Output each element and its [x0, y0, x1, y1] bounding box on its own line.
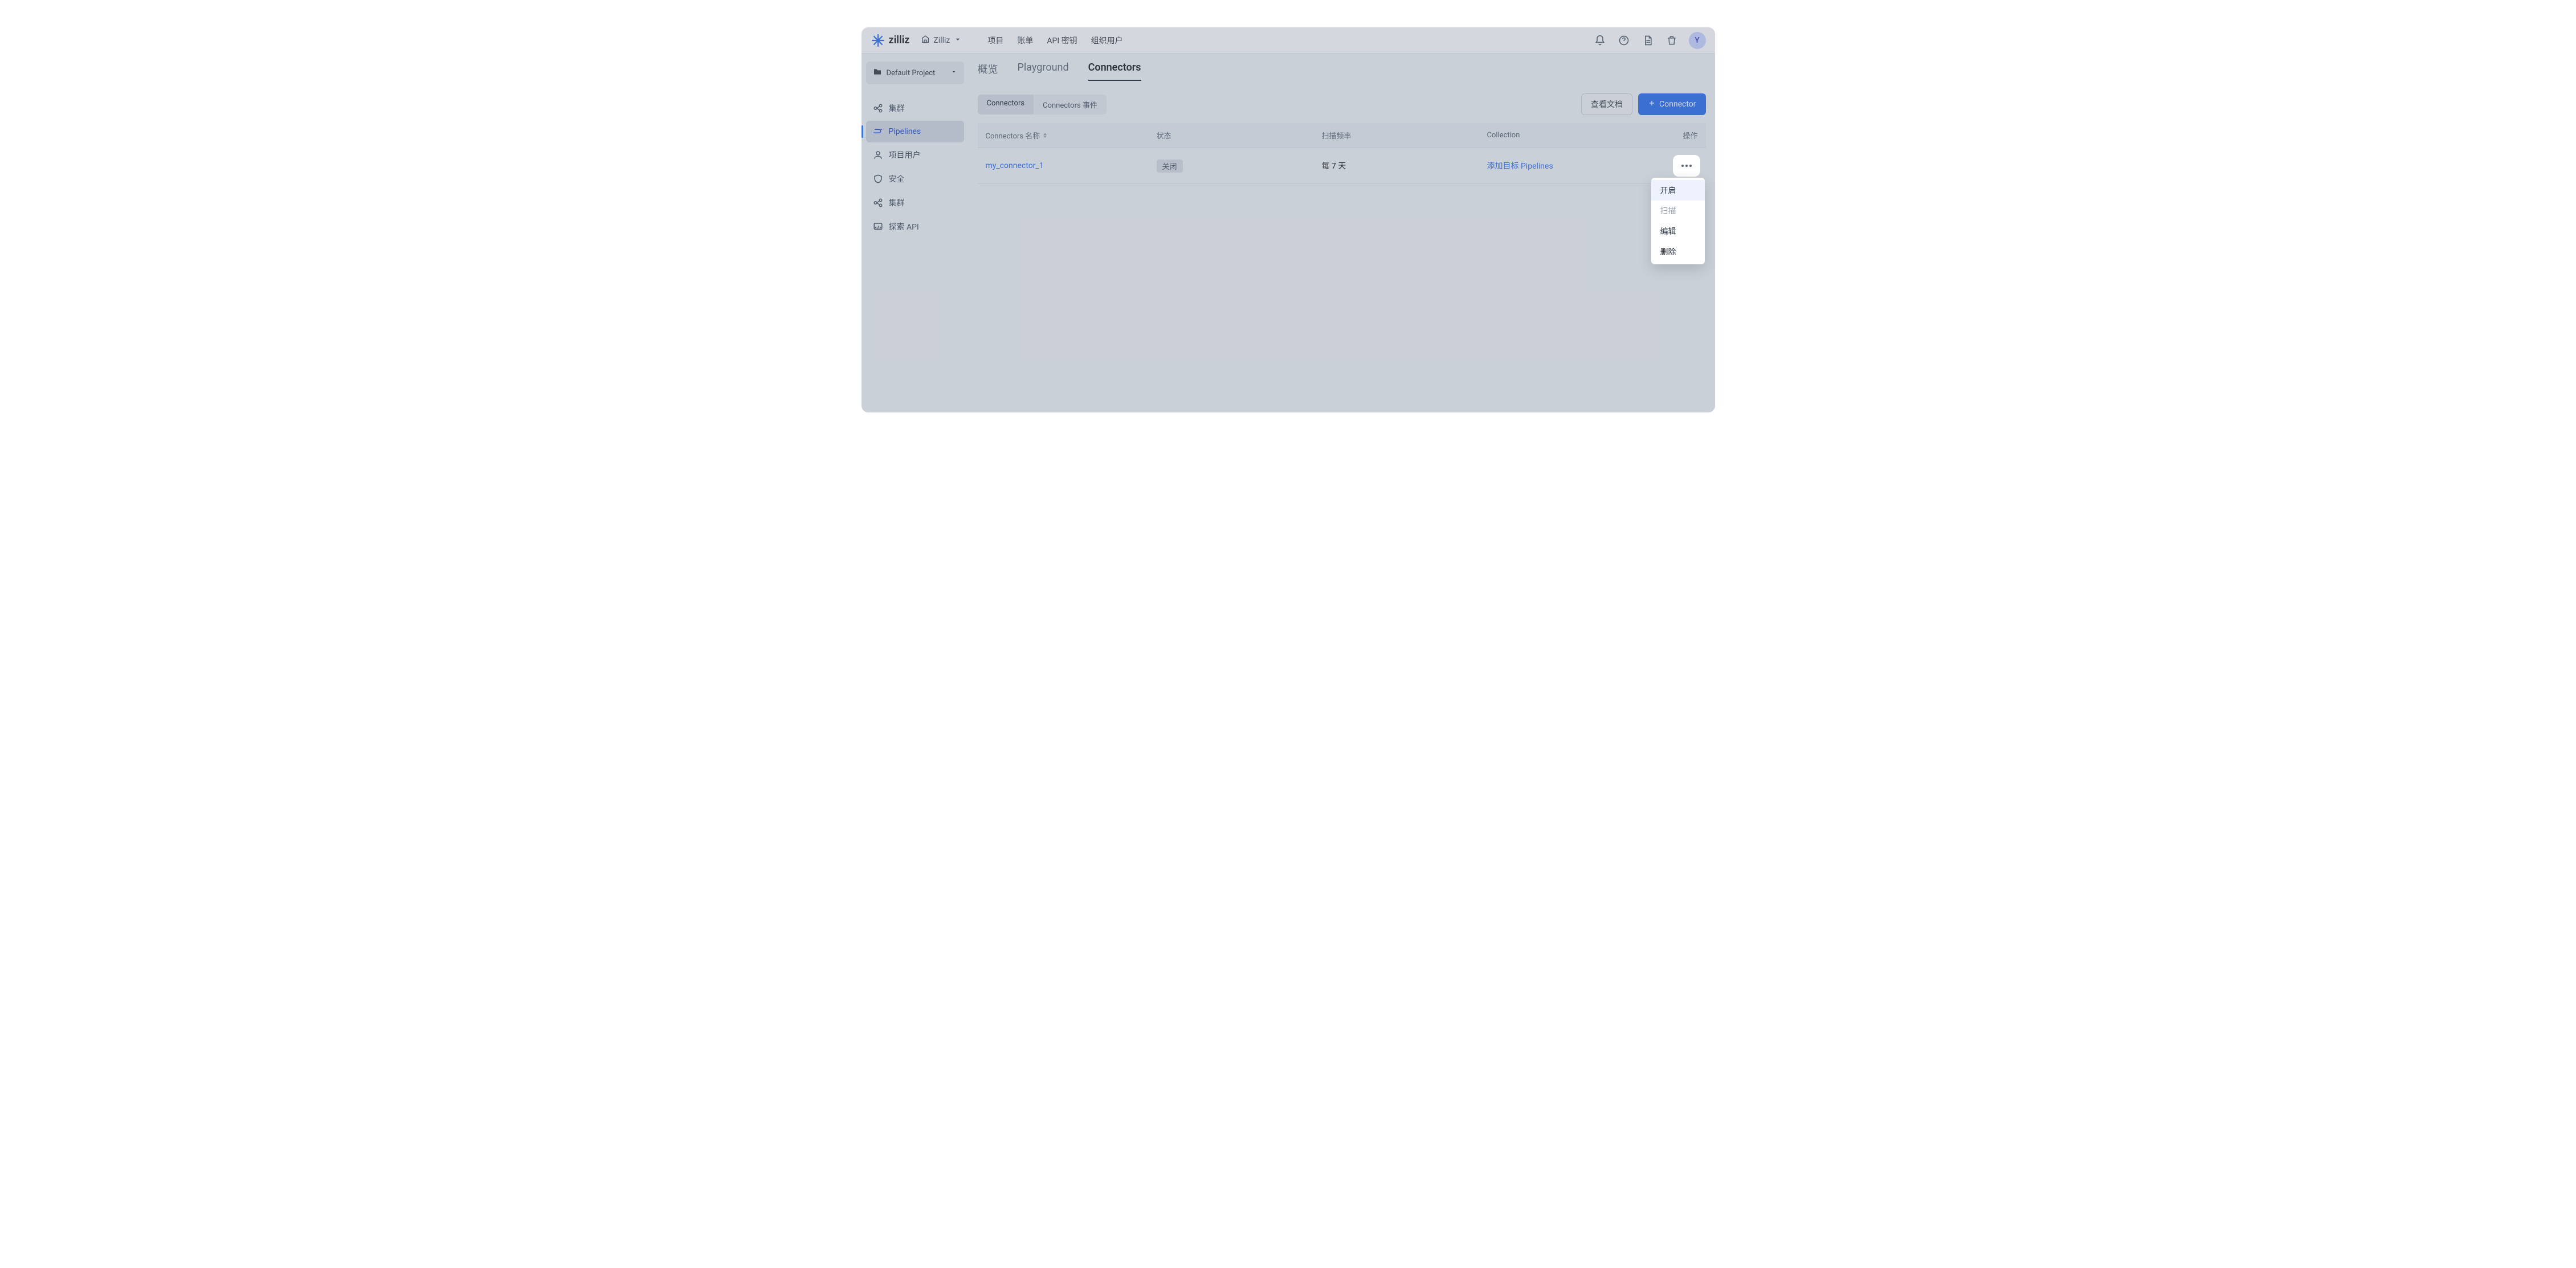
sidebar-item-label: 项目用户	[889, 149, 921, 161]
folder-icon	[873, 67, 882, 79]
topbar: zilliz Zilliz 项目 账单 API 密钥 组织用户	[862, 27, 1715, 54]
doc-icon[interactable]	[1641, 34, 1655, 47]
actions-dropdown: 开启 扫描 编辑 删除	[1651, 178, 1705, 264]
sidebar-item-label: 安全	[889, 173, 905, 185]
top-nav: 项目 账单 API 密钥 组织用户	[987, 35, 1122, 46]
main-content: 概览 Playground Connectors Connectors Conn…	[969, 54, 1715, 412]
sidebar-item-project-users[interactable]: 项目用户	[866, 144, 964, 166]
sidebar-items: 集群 Pipelines 项目用户 安全 集群	[866, 97, 964, 238]
add-connector-button[interactable]: Connector	[1638, 93, 1705, 115]
trash-icon[interactable]	[1665, 34, 1679, 47]
sidebar-item-label: 集群	[889, 197, 905, 208]
avatar-initial: Y	[1695, 36, 1700, 45]
sort-icon	[1043, 133, 1047, 138]
dropdown-item-scan: 扫描	[1651, 201, 1705, 221]
subtab-events[interactable]: Connectors 事件	[1034, 95, 1107, 114]
nav-api-keys[interactable]: API 密钥	[1047, 35, 1077, 46]
sidebar: Default Project 集群 Pipelines 项目用户	[862, 54, 969, 412]
sidebar-item-security[interactable]: 安全	[866, 167, 964, 190]
status-badge: 关闭	[1157, 159, 1183, 173]
nav-projects[interactable]: 项目	[987, 35, 1003, 46]
dropdown-item-enable[interactable]: 开启	[1651, 180, 1705, 201]
subtab-connectors[interactable]: Connectors	[978, 95, 1034, 114]
col-collection: Collection	[1487, 131, 1658, 140]
connectors-table: Connectors 名称 状态 扫描频率 Collection 操作 my_c…	[978, 123, 1706, 184]
chevron-down-icon	[950, 68, 957, 77]
view-docs-label: 查看文档	[1591, 99, 1623, 110]
sidebar-item-pipelines[interactable]: Pipelines	[866, 121, 964, 142]
app-frame: zilliz Zilliz 项目 账单 API 密钥 组织用户	[862, 27, 1715, 412]
org-icon	[921, 35, 930, 46]
more-actions-button[interactable]	[1675, 157, 1698, 174]
col-actions: 操作	[1658, 130, 1698, 141]
plus-icon	[1648, 99, 1656, 109]
table-header: Connectors 名称 状态 扫描频率 Collection 操作	[978, 123, 1706, 148]
avatar[interactable]: Y	[1689, 32, 1706, 49]
col-status: 状态	[1157, 130, 1322, 141]
sidebar-item-label: 集群	[889, 103, 905, 114]
project-name: Default Project	[887, 69, 936, 77]
sidebar-item-label: 探索 API	[889, 221, 919, 232]
logo-icon	[871, 33, 885, 48]
tab-playground[interactable]: Playground	[1018, 62, 1069, 81]
brand-logo[interactable]: zilliz	[871, 33, 910, 48]
dropdown-item-edit[interactable]: 编辑	[1651, 221, 1705, 242]
dropdown-item-delete[interactable]: 删除	[1651, 242, 1705, 262]
subtabs: Connectors Connectors 事件	[978, 95, 1107, 114]
view-docs-button[interactable]: 查看文档	[1581, 93, 1632, 115]
body: Default Project 集群 Pipelines 项目用户	[862, 54, 1715, 412]
org-name: Zilliz	[933, 36, 950, 45]
sidebar-item-clusters-2[interactable]: 集群	[866, 191, 964, 214]
toolbar-right: 查看文档 Connector	[1581, 93, 1705, 115]
tab-overview[interactable]: 概览	[978, 62, 998, 81]
add-connector-label: Connector	[1659, 100, 1696, 109]
tab-connectors[interactable]: Connectors	[1088, 62, 1141, 81]
nav-org-users[interactable]: 组织用户	[1091, 35, 1123, 46]
table-row: my_connector_1 关闭 每 7 天 添加目标 Pipelines 开…	[978, 148, 1706, 184]
project-select[interactable]: Default Project	[866, 62, 964, 84]
collection-link[interactable]: 添加目标 Pipelines	[1487, 160, 1658, 171]
main-tabs: 概览 Playground Connectors	[978, 62, 1706, 81]
sidebar-item-clusters[interactable]: 集群	[866, 97, 964, 120]
brand-text: zilliz	[889, 34, 910, 46]
connector-name-link[interactable]: my_connector_1	[986, 161, 1157, 170]
col-scan: 扫描频率	[1322, 130, 1487, 141]
help-icon[interactable]	[1617, 34, 1631, 47]
nav-billing[interactable]: 账单	[1017, 35, 1033, 46]
toolbar: Connectors Connectors 事件 查看文档 Connector	[978, 93, 1706, 115]
chevron-down-icon	[953, 35, 962, 46]
scan-cell: 每 7 天	[1322, 160, 1487, 171]
status-cell: 关闭	[1157, 159, 1322, 173]
sidebar-item-label: Pipelines	[889, 127, 921, 136]
topbar-right: Y	[1593, 32, 1706, 49]
sidebar-item-explore-api[interactable]: 探索 API	[866, 215, 964, 238]
bell-icon[interactable]	[1593, 34, 1607, 47]
dots-icon	[1681, 165, 1692, 167]
org-switcher[interactable]: Zilliz	[916, 32, 967, 48]
actions-cell: 开启 扫描 编辑 删除	[1658, 157, 1698, 174]
col-name[interactable]: Connectors 名称	[986, 130, 1157, 141]
